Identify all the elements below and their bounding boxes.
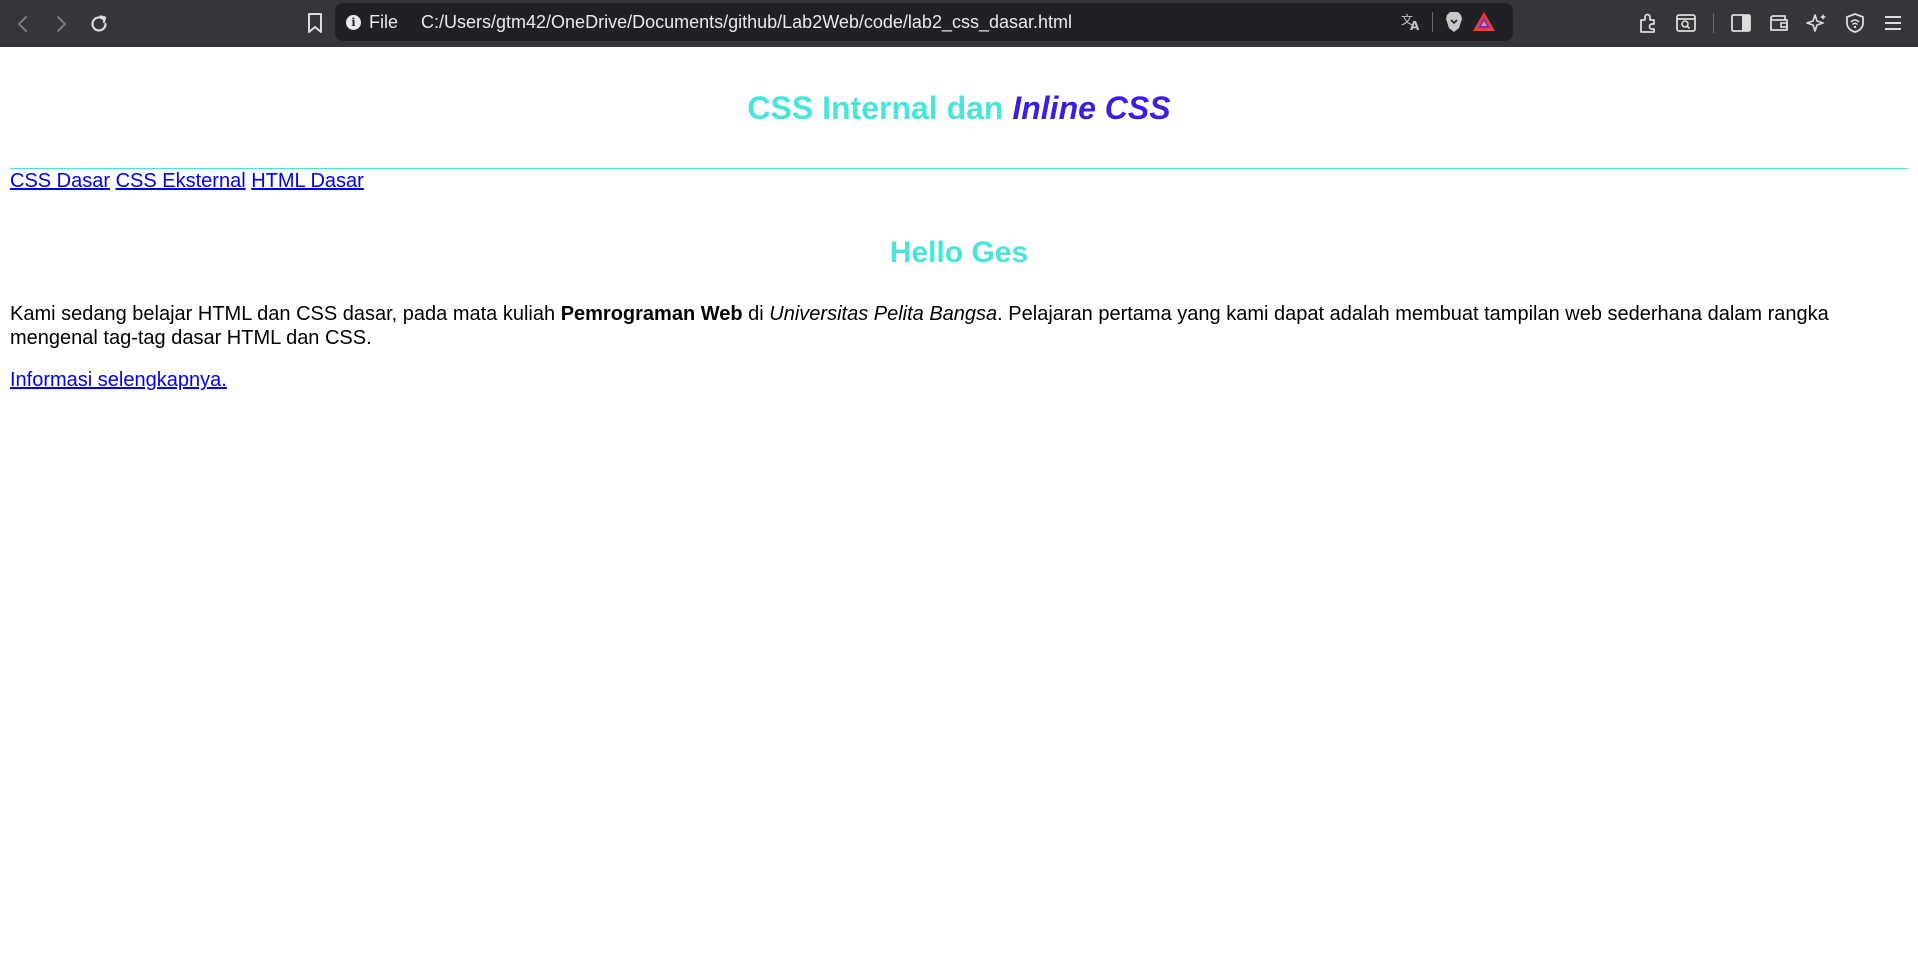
nav-link-css-dasar[interactable]: CSS Dasar	[10, 170, 110, 192]
site-info-chip[interactable]: i File	[346, 12, 398, 33]
bookmark-button[interactable]	[300, 8, 330, 38]
reload-button[interactable]	[84, 9, 114, 39]
extensions-button[interactable]	[1633, 8, 1663, 38]
intro-paragraph: Kami sedang belajar HTML dan CSS dasar, …	[10, 303, 1890, 350]
paragraph-italic: Universitas Pelita Bangsa	[769, 303, 998, 326]
brave-shields-button[interactable]	[1439, 7, 1469, 37]
nav-link-css-eksternal[interactable]: CSS Eksternal	[116, 170, 246, 192]
leo-ai-icon	[1806, 14, 1826, 32]
more-info-link[interactable]: Informasi selengkapnya.	[10, 369, 227, 391]
wallet-icon	[1770, 15, 1788, 31]
back-icon	[18, 15, 27, 32]
forward-icon	[57, 15, 66, 32]
wallet-button[interactable]	[1764, 8, 1794, 38]
vpn-button[interactable]	[1840, 8, 1870, 38]
translate-button[interactable]: 文A	[1396, 7, 1426, 37]
leo-ai-button[interactable]	[1802, 8, 1832, 38]
search-tab-icon	[1676, 14, 1696, 32]
extensions-icon	[1640, 13, 1655, 33]
nav-link-html-dasar[interactable]: HTML Dasar	[251, 170, 364, 192]
brave-shield-icon	[1446, 12, 1462, 32]
forward-button[interactable]	[46, 9, 76, 39]
info-icon: i	[346, 14, 361, 30]
translate-icon: 文A	[1401, 12, 1420, 32]
svg-text:A: A	[1410, 19, 1420, 32]
url-separator	[1432, 12, 1433, 32]
more-info: Informasi selengkapnya.	[10, 369, 1908, 392]
search-tabs-button[interactable]	[1671, 8, 1701, 38]
reload-icon	[91, 14, 107, 32]
sidebar-button[interactable]	[1726, 8, 1756, 38]
paragraph-text-2: di	[742, 303, 770, 326]
bookmark-icon	[308, 13, 322, 33]
browser-toolbar: i File C:/Users/gtm42/OneDrive/Documents…	[0, 0, 1918, 47]
address-bar[interactable]: i File C:/Users/gtm42/OneDrive/Documents…	[335, 3, 1513, 41]
paragraph-bold: Pemrograman Web	[560, 303, 743, 326]
menu-icon	[1885, 16, 1901, 30]
url-text[interactable]: C:/Users/gtm42/OneDrive/Documents/github…	[421, 12, 1396, 33]
brave-rewards-icon	[1473, 12, 1495, 31]
page-content: CSS Internal dan Inline CSS CSS Dasar CS…	[0, 90, 1918, 392]
toolbar-separator	[1713, 13, 1714, 33]
nav-links: CSS Dasar CSS Eksternal HTML Dasar	[10, 169, 1908, 194]
vpn-icon	[1846, 13, 1864, 33]
page-title-inline: Inline CSS	[1012, 90, 1171, 126]
page-title-internal: CSS Internal dan	[747, 90, 1013, 126]
sidebar-icon	[1731, 14, 1751, 32]
site-info-label: File	[369, 11, 399, 32]
page-title: CSS Internal dan Inline CSS	[10, 90, 1908, 126]
back-button[interactable]	[8, 9, 38, 39]
paragraph-text-1: Kami sedang belajar HTML dan CSS dasar, …	[10, 303, 561, 326]
brave-rewards-button[interactable]	[1469, 7, 1499, 37]
section-heading: Hello Ges	[889, 236, 1029, 270]
main-menu-button[interactable]	[1878, 8, 1908, 38]
